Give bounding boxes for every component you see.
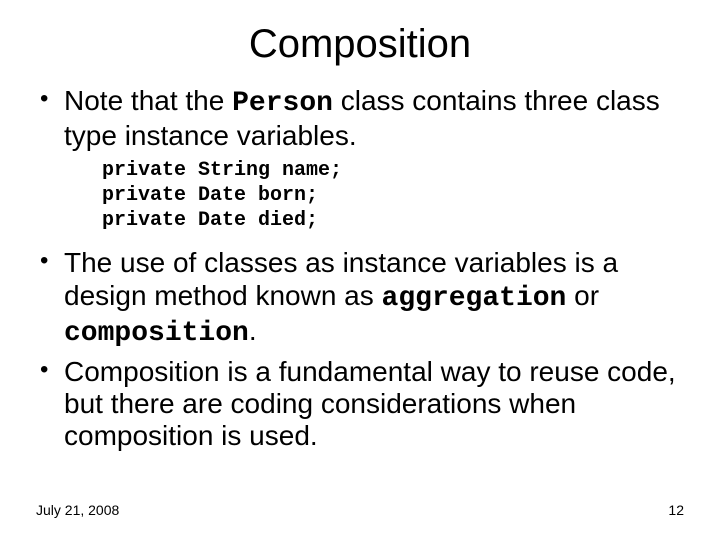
bullet-list-2: The use of classes as instance variables…	[36, 247, 684, 452]
bullet-2-mono-composition: composition	[64, 318, 249, 349]
bullet-2-mono-aggregation: aggregation	[382, 283, 567, 314]
bullet-3: Composition is a fundamental way to reus…	[60, 356, 684, 453]
bullet-list: Note that the Person class contains thre…	[36, 85, 684, 152]
footer-date: July 21, 2008	[36, 502, 119, 518]
code-block: private String name; private Date born; …	[102, 158, 684, 233]
bullet-2-text-mid: or	[566, 280, 599, 311]
bullet-1: Note that the Person class contains thre…	[60, 85, 684, 152]
bullet-3-text: Composition is a fundamental way to reus…	[64, 356, 676, 451]
bullet-1-mono-person: Person	[232, 88, 333, 119]
bullet-1-text-pre: Note that the	[64, 85, 232, 116]
slide: Composition Note that the Person class c…	[0, 0, 720, 540]
slide-title: Composition	[36, 22, 684, 67]
bullet-2-text-post: .	[249, 315, 257, 346]
footer-page-number: 12	[668, 502, 684, 518]
bullet-2: The use of classes as instance variables…	[60, 247, 684, 350]
